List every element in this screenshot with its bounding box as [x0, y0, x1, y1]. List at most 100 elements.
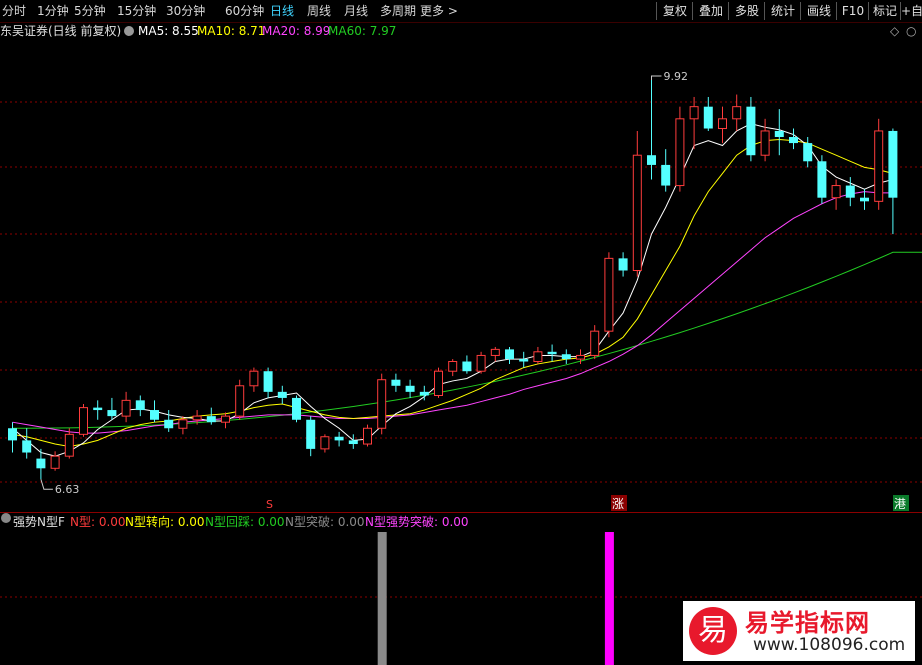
candle-body — [533, 351, 543, 363]
candle-body — [363, 427, 372, 445]
ma20-line — [12, 191, 893, 434]
candle-body — [434, 370, 443, 396]
candle-body — [8, 428, 17, 441]
period-tab-5[interactable]: 60分钟 — [225, 3, 264, 19]
candle-body — [64, 433, 74, 457]
low-marker-line — [40, 479, 53, 490]
candle-body — [164, 419, 174, 429]
period-tab-4[interactable]: 30分钟 — [166, 3, 205, 19]
candle-body — [888, 130, 898, 198]
indicator-name[interactable]: 强势N型F — [13, 513, 65, 531]
high-marker-label: 9.92 — [664, 70, 689, 83]
candle-body — [519, 359, 529, 362]
stock-title[interactable]: 东吴证券(日线 前复权) — [0, 22, 121, 40]
candle-body — [292, 397, 301, 420]
watermark-logo: 易 — [689, 607, 737, 655]
candle-body — [448, 361, 458, 372]
toolbar-button-4[interactable]: 画线 — [800, 2, 837, 20]
period-tab-1[interactable]: 1分钟 — [37, 3, 69, 19]
expand-icon[interactable]: ○ — [906, 22, 916, 40]
candle-body — [391, 379, 401, 386]
n-break-label: N型突破: 0.00 — [285, 515, 365, 529]
period-tab-10[interactable]: 更多 > — [420, 3, 458, 19]
candle-body — [206, 416, 216, 423]
candle-body — [803, 143, 813, 162]
candle-body — [874, 130, 884, 202]
candle-body — [36, 458, 46, 469]
candle-body — [178, 419, 188, 429]
candle-body — [221, 415, 230, 423]
candle-body — [135, 400, 145, 411]
candle-body — [277, 391, 287, 398]
candle-body — [263, 371, 273, 392]
candle-body — [845, 185, 855, 198]
candle-body — [760, 130, 770, 156]
toolbar-button-2[interactable]: 多股 — [728, 2, 765, 20]
n-pullback-label: N型回踩: 0.00 — [205, 515, 285, 529]
period-toolbar: 分时 1分钟 5分钟 15分钟 30分钟 60分钟 日线 周线 月线 多周期 更多 > 复权 叠加 多股统… — [0, 0, 922, 23]
watermark: 易 易学指标网 www.108096.com — [683, 601, 915, 661]
toolbar-button-1[interactable]: 叠加 — [692, 2, 729, 20]
ma60-label: MA60: 7.97 — [328, 24, 397, 38]
period-tab-7[interactable]: 周线 — [307, 3, 331, 19]
toolbar-button-3[interactable]: 统计 — [764, 2, 801, 20]
signal-s-label: S — [266, 498, 273, 511]
main-chart-title: 东吴证券(日线 前复权) MA5: 8.55 MA10: 8.71 MA20: … — [0, 22, 922, 40]
candle-body — [647, 155, 656, 165]
candle-body — [718, 118, 727, 130]
toolbar-button-6[interactable]: 标记 — [868, 2, 901, 20]
candle-body — [817, 161, 827, 198]
candle-body — [235, 385, 245, 417]
candle-body — [675, 118, 685, 187]
candle-body — [306, 419, 316, 449]
candle-body — [476, 354, 486, 372]
candle-body — [107, 410, 117, 417]
candle-body — [505, 349, 514, 360]
period-tab-3[interactable]: 15分钟 — [117, 3, 156, 19]
zhang-label: 涨 — [612, 496, 624, 511]
indicator-title: 强势N型F N型: 0.00 N型转向: 0.00 N型回踩: 0.00 N型突… — [0, 512, 922, 531]
candle-body — [789, 137, 798, 144]
candle-body — [419, 391, 429, 396]
candle-body — [377, 379, 387, 429]
candle-body — [618, 258, 628, 271]
candle-body — [334, 436, 344, 441]
candle-body — [661, 164, 671, 186]
signal-bar — [604, 532, 614, 665]
candle-body — [590, 330, 600, 356]
settings-icon[interactable] — [124, 26, 134, 36]
toolbar-button-7[interactable]: +自 — [900, 2, 922, 20]
candle-body — [192, 415, 202, 421]
n-turn-label: N型转向: 0.00 — [125, 515, 205, 529]
candle-body — [703, 106, 713, 129]
n-strong-label: N型强势突破: 0.00 — [365, 515, 469, 529]
candle-body — [320, 436, 330, 450]
candle-body — [632, 154, 642, 271]
candle-body — [561, 354, 571, 360]
candle-body — [121, 399, 131, 417]
toolbar-button-5[interactable]: F10 — [836, 2, 869, 20]
period-tab-0[interactable]: 分时 — [2, 3, 26, 19]
indicator-settings-icon[interactable] — [1, 513, 11, 523]
candlestick-chart[interactable]: 9.92 6.63 S 涨 港 — [0, 40, 922, 512]
period-tab-6[interactable]: 日线 — [270, 3, 294, 19]
candle-body — [490, 348, 500, 356]
signal-bar — [377, 532, 387, 665]
period-tab-8[interactable]: 月线 — [344, 3, 368, 19]
high-marker-line — [651, 75, 662, 80]
candle-body — [689, 106, 699, 120]
candle-body — [732, 106, 742, 120]
candle-body — [860, 197, 869, 202]
period-tab-2[interactable]: 5分钟 — [74, 3, 106, 19]
candle-body — [604, 257, 614, 332]
candle-body — [93, 407, 103, 411]
candle-body — [150, 410, 159, 420]
candle-body — [576, 354, 585, 360]
candle-body — [249, 370, 259, 387]
candle-body — [22, 440, 32, 453]
period-tab-9[interactable]: 多周期 — [380, 3, 416, 19]
watermark-title: 易学指标网 — [745, 609, 870, 637]
toolbar-button-0[interactable]: 复权 — [656, 2, 693, 20]
candle-body — [348, 440, 358, 445]
diamond-icon[interactable]: ◇ — [890, 22, 899, 40]
